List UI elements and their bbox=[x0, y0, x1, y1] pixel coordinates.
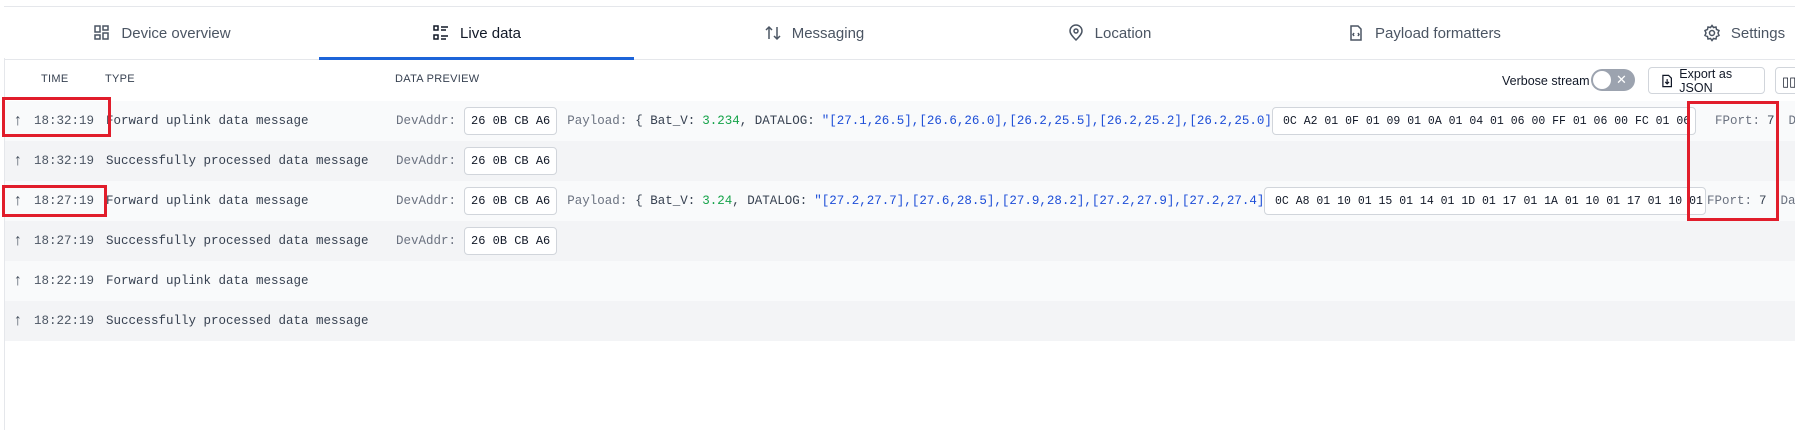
export-json-button[interactable]: Export as JSON bbox=[1648, 66, 1765, 95]
verbose-stream-toggle[interactable]: ✕ bbox=[1591, 69, 1635, 91]
payload-label: Payload: bbox=[567, 114, 628, 128]
data-preview: DevAddr: 26 0B CB A6 Payload: { Bat_V: 3… bbox=[396, 101, 1301, 141]
export-label: Export as JSON bbox=[1679, 66, 1733, 95]
devaddr-chip[interactable]: 26 0B CB A6 bbox=[464, 227, 558, 255]
table-row[interactable]: ↑ 18:22:19 Successfully processed data m… bbox=[5, 301, 1795, 341]
payload-open: { Bat_V: bbox=[635, 114, 696, 128]
payload-mid: , DATALOG: bbox=[739, 114, 815, 128]
row-type: Forward uplink data message bbox=[106, 194, 309, 208]
devaddr-label: DevAddr: bbox=[396, 234, 457, 248]
bat-value: 3.234 bbox=[702, 114, 740, 128]
data-preview: DevAddr: 26 0B CB A6 bbox=[396, 221, 558, 261]
preview-header: DATA PREVIEW bbox=[395, 73, 480, 85]
raw-payload-chip[interactable]: 0C A8 01 10 01 15 01 14 01 1D 01 17 01 1… bbox=[1264, 187, 1706, 215]
row-time: 18:32:19 bbox=[34, 154, 95, 168]
tab-label: Location bbox=[1094, 24, 1152, 42]
tab-label: Payload formatters bbox=[1375, 24, 1501, 42]
devaddr-chip[interactable]: 26 0B CB A6 bbox=[464, 147, 558, 175]
columns-icon[interactable]: ▯▯ bbox=[1775, 67, 1795, 94]
list-icon bbox=[433, 25, 449, 40]
row-time: 18:27:19 bbox=[34, 234, 95, 248]
grid-icon bbox=[94, 25, 110, 40]
tab-live-data[interactable]: Live data bbox=[319, 7, 634, 59]
row-time: 18:22:19 bbox=[34, 314, 95, 328]
highlight-box-time-2 bbox=[2, 185, 107, 217]
trailing-text: Dat bbox=[1780, 194, 1795, 208]
tab-payload-formatters[interactable]: Payload formatters bbox=[1339, 7, 1509, 59]
table-row[interactable]: ↑ 18:27:19 Successfully processed data m… bbox=[5, 221, 1795, 261]
devaddr-chip[interactable]: 26 0B CB A6 bbox=[464, 107, 558, 135]
row-type: Successfully processed data message bbox=[106, 314, 369, 328]
raw-payload-chip[interactable]: 0C A2 01 0F 01 09 01 0A 01 04 01 06 00 F… bbox=[1272, 107, 1696, 135]
close-icon: ✕ bbox=[1616, 72, 1627, 87]
devaddr-label: DevAddr: bbox=[396, 114, 457, 128]
datalog-value: "[27.2,27.7],[27.6,28.5],[27.9,28.2],[27… bbox=[814, 194, 1280, 208]
arrow-up-icon: ↑ bbox=[13, 272, 23, 290]
row-time: 18:22:19 bbox=[34, 274, 95, 288]
row-type: Forward uplink data message bbox=[106, 274, 309, 288]
toggle-knob bbox=[1593, 71, 1611, 89]
highlight-box-fport bbox=[1687, 101, 1779, 221]
row-type: Forward uplink data message bbox=[106, 114, 309, 128]
tab-label: Settings bbox=[1730, 24, 1786, 42]
table-row[interactable]: ↑ 18:32:19 Successfully processed data m… bbox=[5, 141, 1795, 181]
payload-mid: , DATALOG: bbox=[732, 194, 808, 208]
location-pin-icon bbox=[1068, 24, 1083, 42]
tab-messaging[interactable]: Messaging bbox=[724, 7, 904, 59]
devaddr-label: DevAddr: bbox=[396, 194, 457, 208]
arrow-up-icon: ↑ bbox=[13, 152, 23, 170]
devaddr-label: DevAddr: bbox=[396, 154, 457, 168]
arrow-up-icon: ↑ bbox=[13, 232, 23, 250]
gear-icon bbox=[1703, 24, 1720, 42]
table-row[interactable]: ↑ 18:22:19 Forward uplink data message bbox=[5, 261, 1795, 301]
data-preview: DevAddr: 26 0B CB A6 bbox=[396, 141, 558, 181]
tab-device-overview[interactable]: Device overview bbox=[72, 7, 252, 59]
file-export-icon bbox=[1662, 74, 1673, 87]
tab-settings[interactable]: Settings bbox=[1684, 7, 1795, 59]
tab-label: Device overview bbox=[121, 24, 231, 42]
payload-label: Payload: bbox=[567, 194, 628, 208]
bat-value: 3.24 bbox=[702, 194, 733, 208]
raw-payload: 0C A8 01 10 01 15 01 14 01 1D 01 17 01 1… bbox=[1264, 181, 1706, 221]
arrow-up-icon: ↑ bbox=[13, 312, 23, 330]
arrows-updown-icon bbox=[765, 25, 781, 41]
devaddr-chip[interactable]: 26 0B CB A6 bbox=[464, 187, 558, 215]
table-row[interactable]: ↑ 18:32:19 Forward uplink data message D… bbox=[5, 101, 1795, 141]
raw-payload: 0C A2 01 0F 01 09 01 0A 01 04 01 06 00 F… bbox=[1272, 101, 1696, 141]
verbose-stream-label: Verbose stream bbox=[1502, 74, 1590, 88]
row-type: Successfully processed data message bbox=[106, 154, 369, 168]
trailing-text: Da bbox=[1788, 114, 1795, 128]
time-header: TIME bbox=[41, 73, 69, 85]
table-row[interactable]: ↑ 18:27:19 Forward uplink data message D… bbox=[5, 181, 1795, 221]
tab-location[interactable]: Location bbox=[1034, 7, 1184, 59]
code-file-icon bbox=[1350, 25, 1362, 41]
type-header: TYPE bbox=[105, 73, 135, 85]
datalog-value: "[27.1,26.5],[26.6,26.0],[26.2,25.5],[26… bbox=[821, 114, 1287, 128]
data-preview: DevAddr: 26 0B CB A6 Payload: { Bat_V: 3… bbox=[396, 181, 1294, 221]
tab-label: Messaging bbox=[791, 24, 865, 42]
payload-open: { Bat_V: bbox=[635, 194, 696, 208]
row-type: Successfully processed data message bbox=[106, 234, 369, 248]
highlight-box-time-1 bbox=[2, 97, 111, 137]
tab-label: Live data bbox=[460, 24, 521, 42]
tab-bar: Device overview Live data Messaging Loca… bbox=[4, 6, 1795, 60]
